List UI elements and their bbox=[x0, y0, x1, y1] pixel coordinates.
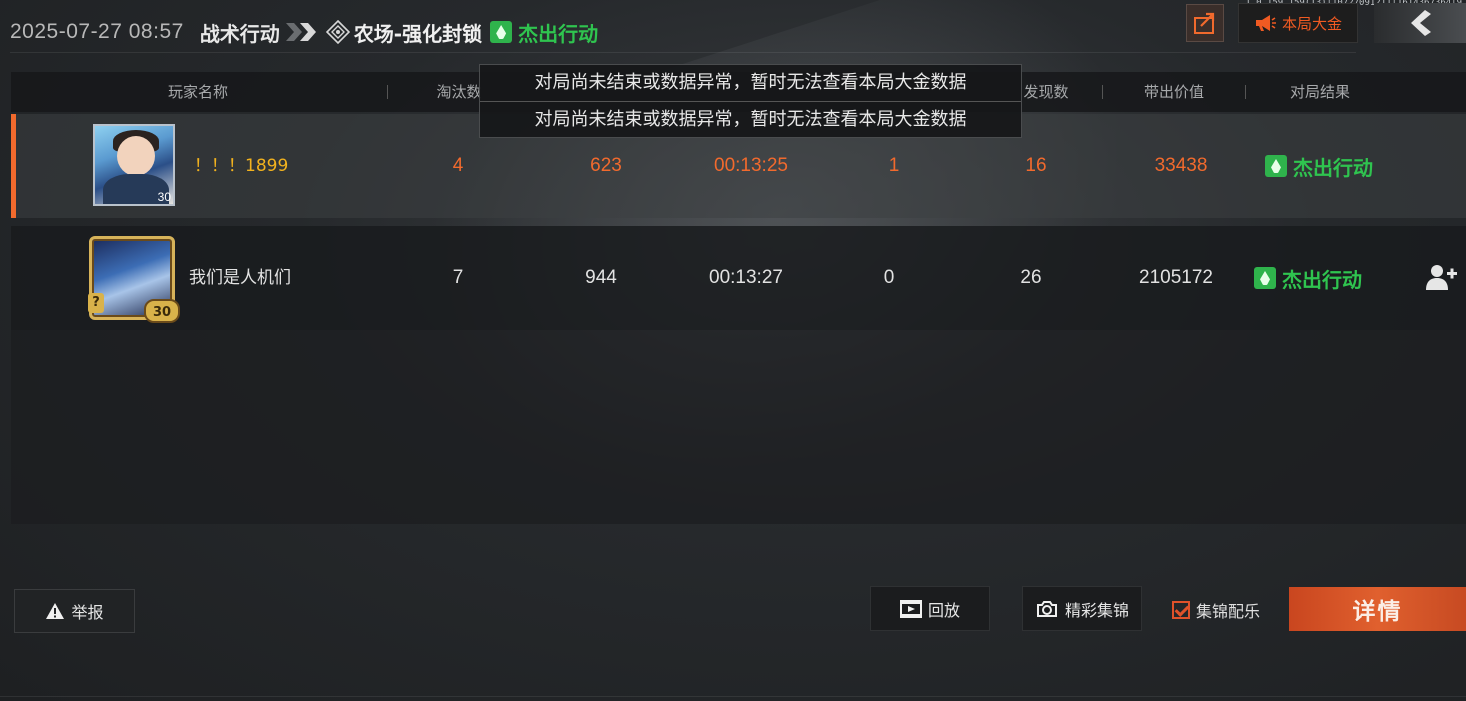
result-flame-icon bbox=[1265, 155, 1287, 177]
report-label: 举报 bbox=[71, 603, 104, 622]
match-mode: 战术行动 bbox=[199, 21, 280, 46]
match-map: 农场-强化封锁 bbox=[353, 21, 483, 46]
replay-button[interactable]: 回放 bbox=[870, 586, 990, 631]
header-separator bbox=[387, 85, 388, 99]
player-level: 30 bbox=[144, 299, 180, 323]
replay-label: 回放 bbox=[927, 600, 960, 620]
player-name: 我们是人机们 bbox=[189, 268, 291, 288]
scoreboard-table: 玩家名称 淘汰数 发现数 带出价值 对局结果 30 ！！！1899 4 623 … bbox=[11, 72, 1466, 524]
avatar[interactable]: 30 bbox=[93, 124, 175, 206]
film-play-icon bbox=[899, 599, 922, 618]
match-result: 杰出行动 bbox=[490, 18, 598, 47]
kills-value: 7 bbox=[452, 267, 464, 288]
highlights-button[interactable]: 精彩集锦 bbox=[1022, 586, 1142, 631]
table-empty-area bbox=[11, 330, 1466, 524]
camera-icon bbox=[1036, 600, 1057, 617]
music-label: 集锦配乐 bbox=[1196, 602, 1261, 621]
header-separator bbox=[1102, 85, 1103, 99]
value-amount: 33438 bbox=[1154, 155, 1208, 176]
music-checkbox[interactable] bbox=[1172, 601, 1190, 619]
add-friend-icon[interactable] bbox=[1425, 262, 1457, 292]
match-gold-label: 本局大金 bbox=[1281, 14, 1342, 33]
rank-badge: ? bbox=[88, 293, 104, 313]
col-result: 对局结果 bbox=[1289, 83, 1350, 101]
bottom-divider bbox=[0, 696, 1466, 697]
result-flame-icon bbox=[1254, 267, 1276, 289]
details-button[interactable]: 详情 bbox=[1289, 587, 1466, 631]
gold-unavailable-tooltip: 对局尚未结束或数据异常，暂时无法查看本局大金数据 对局尚未结束或数据异常，暂时无… bbox=[479, 64, 1022, 138]
match-header: 2025-07-27 08:57 战术行动 农场-强化封锁 杰出行动 bbox=[10, 16, 598, 48]
value-amount: 2105172 bbox=[1139, 267, 1213, 288]
player-level: 30 bbox=[157, 190, 171, 204]
highlights-label: 精彩集锦 bbox=[1064, 600, 1129, 620]
col-player-name: 玩家名称 bbox=[167, 83, 228, 101]
double-chevron-icon bbox=[285, 23, 316, 41]
share-button[interactable] bbox=[1186, 4, 1224, 42]
highlight-music-toggle[interactable]: 集锦配乐 bbox=[1172, 598, 1260, 622]
back-button[interactable] bbox=[1374, 3, 1466, 43]
tooltip-line: 对局尚未结束或数据异常，暂时无法查看本局大金数据 bbox=[534, 72, 967, 93]
col5-value: 0 bbox=[883, 267, 895, 288]
score-value: 944 bbox=[585, 267, 617, 288]
avatar[interactable]: ? 30 bbox=[88, 236, 180, 323]
result-flame-icon bbox=[490, 21, 513, 43]
row-result: 杰出行动 bbox=[1265, 114, 1373, 218]
col-value: 带出价值 bbox=[1143, 83, 1204, 101]
match-gold-button[interactable]: 本局大金 bbox=[1238, 3, 1358, 43]
megaphone-icon bbox=[1255, 15, 1276, 31]
chevron-left-icon bbox=[1411, 10, 1431, 36]
row-result: 杰出行动 bbox=[1254, 226, 1362, 330]
share-icon bbox=[1194, 12, 1215, 34]
player-name: ！！！1899 bbox=[194, 156, 289, 176]
time-value: 00:13:27 bbox=[709, 267, 783, 288]
report-button[interactable]: 举报 bbox=[14, 589, 135, 633]
found-value: 26 bbox=[1020, 267, 1042, 288]
match-datetime: 2025-07-27 08:57 bbox=[10, 20, 184, 43]
header-divider bbox=[10, 52, 1356, 53]
header-separator bbox=[1245, 85, 1246, 99]
table-row[interactable]: ? 30 我们是人机们 7 944 00:13:27 0 26 2105172 … bbox=[11, 226, 1466, 330]
tooltip-line: 对局尚未结束或数据异常，暂时无法查看本局大金数据 bbox=[480, 101, 1021, 137]
warning-icon bbox=[46, 603, 65, 619]
map-diamond-icon bbox=[325, 20, 350, 44]
